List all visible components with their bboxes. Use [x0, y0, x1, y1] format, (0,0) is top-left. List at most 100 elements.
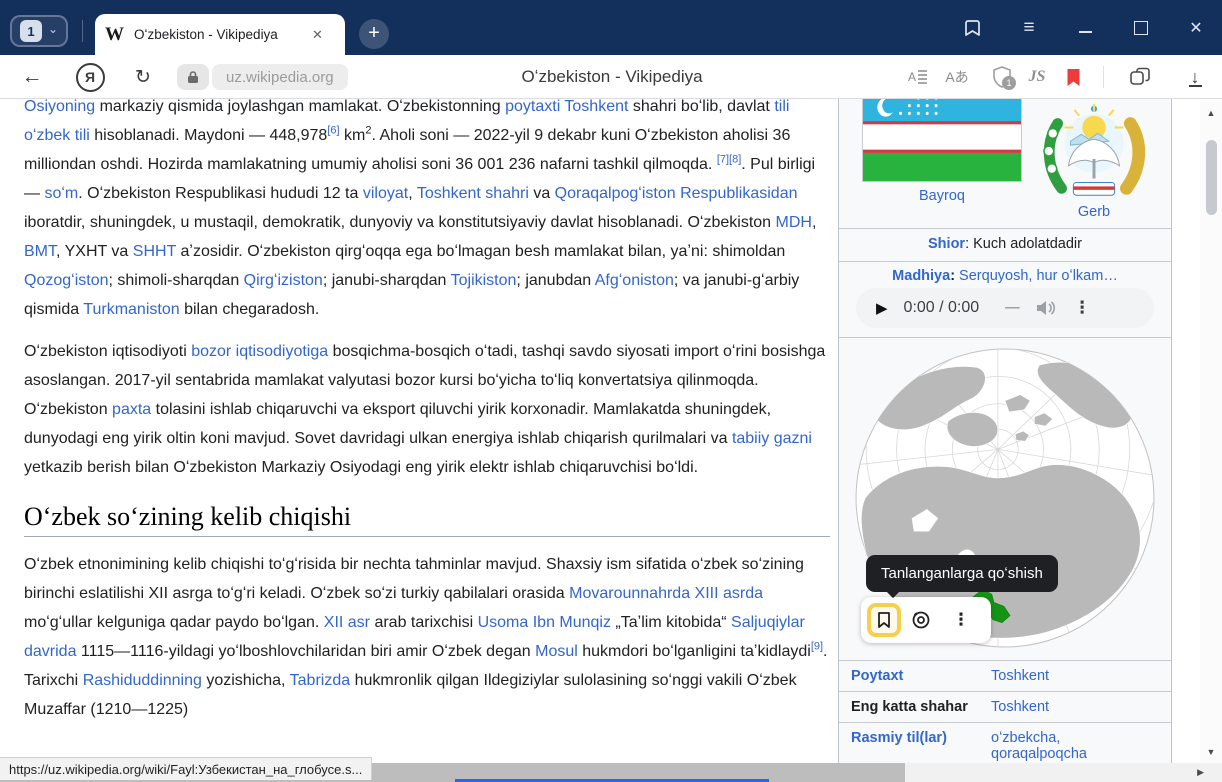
text-link[interactable]: Qoraqalpogʻiston Respublikasidan	[555, 185, 798, 202]
tab-close-icon[interactable]: ✕	[312, 27, 323, 43]
text-link[interactable]: SHHT	[133, 243, 176, 260]
scroll-right-arrow-icon[interactable]: ▶	[1197, 767, 1204, 778]
translate-button[interactable]: Aあ	[939, 55, 975, 99]
yandex-button[interactable]: Я	[72, 55, 108, 99]
add-to-favorites-button[interactable]	[867, 603, 901, 637]
infobox-table: PoytaxtToshkentEng katta shaharToshkentR…	[839, 660, 1171, 769]
motto-label-link[interactable]: Shior	[928, 236, 965, 252]
tab-groups-button[interactable]	[1122, 55, 1158, 99]
lock-icon	[187, 70, 199, 84]
article-paragraph: Osiyoning markaziy qismida joylashgan ma…	[24, 92, 830, 324]
infobox-row-label[interactable]: Poytaxt	[851, 668, 991, 684]
bookmark-icon	[877, 611, 891, 629]
status-bar: https://uz.wikipedia.org/wiki/Fayl:Узбек…	[0, 757, 372, 780]
scroll-up-arrow-icon[interactable]: ▲	[1200, 108, 1222, 118]
player-menu-icon[interactable]: ⋮	[1074, 298, 1091, 318]
minimize-button[interactable]	[1063, 0, 1107, 55]
yandex-icon: Я	[76, 63, 105, 92]
text-link[interactable]: Toshkent shahri	[417, 185, 529, 202]
reload-button[interactable]: ↻	[125, 55, 161, 99]
text-link[interactable]: oʻzbekcha,	[991, 730, 1087, 746]
infobox-row-value: Toshkent	[991, 668, 1049, 684]
divider	[839, 337, 1171, 338]
reader-mode-icon: A	[908, 68, 928, 86]
image-search-button[interactable]	[901, 609, 941, 631]
section-heading: Oʻzbek soʻzining kelib chiqishi	[24, 502, 830, 537]
text-link[interactable]: [9]	[811, 641, 823, 653]
chevron-down-icon: ⌄	[48, 23, 58, 35]
flag-caption-link[interactable]: Bayroq	[862, 188, 1022, 204]
text-link[interactable]: bozor iqtisodiyotiga	[191, 343, 328, 360]
site-security-button[interactable]	[177, 64, 209, 90]
infobox-row-value: oʻzbekcha,qoraqalpoqcha	[991, 730, 1087, 762]
text-link[interactable]: BMT	[24, 243, 56, 260]
tab-title: Oʻzbekiston - Vikipediya	[134, 27, 306, 42]
tab[interactable]: W Oʻzbekiston - Vikipediya ✕	[95, 14, 345, 55]
image-action-bar: ⋮	[861, 597, 991, 643]
infobox-row-label[interactable]: Rasmiy til(lar)	[851, 730, 991, 762]
page-title: Oʻzbekiston - Vikipediya	[420, 55, 804, 99]
javascript-button[interactable]: JS	[1019, 55, 1055, 99]
browser-toolbar: ← Я ↻ uz.wikipedia.org Oʻzbekiston - Vik…	[0, 55, 1222, 99]
article-body: Osiyoning markaziy qismida joylashgan ma…	[24, 92, 830, 737]
text-link[interactable]: [7][8]	[717, 154, 741, 166]
vertical-scroll-thumb[interactable]	[1206, 140, 1217, 215]
text-link[interactable]: Toshkent	[991, 668, 1049, 684]
protect-shield-button[interactable]: 1	[984, 55, 1020, 99]
text-link[interactable]: viloyat	[363, 185, 408, 202]
text-link[interactable]: tabiiy gazni	[732, 430, 812, 447]
close-button[interactable]: ✕	[1174, 0, 1218, 55]
vertical-scrollbar[interactable]: ▲ ▼	[1200, 100, 1222, 763]
text-link[interactable]: XII asr	[324, 614, 370, 631]
text-link[interactable]: Turkmaniston	[83, 301, 179, 318]
text-link[interactable]: Afgʻoniston	[595, 272, 674, 289]
text-link[interactable]: Usoma Ibn Munqiz	[478, 614, 611, 631]
back-button[interactable]: ←	[14, 55, 50, 99]
text-link[interactable]: Tojikiston	[451, 272, 517, 289]
scroll-down-arrow-icon[interactable]: ▼	[1200, 747, 1222, 757]
text-link[interactable]: Movarounnahrda XIII asrda	[569, 585, 763, 602]
text-link[interactable]: Toshkent	[991, 699, 1049, 715]
tooltip-text: Tanlanganlarga qoʻshish	[881, 565, 1043, 582]
text-link[interactable]: [6]	[327, 125, 339, 137]
motto-text: : Kuch adolatdadir	[965, 236, 1082, 252]
menu-button[interactable]: ≡	[1007, 0, 1051, 55]
text-link[interactable]: qoraqalpoqcha	[991, 746, 1087, 762]
tab-counter[interactable]: 1 ⌄	[10, 15, 68, 47]
svg-text:A: A	[908, 70, 916, 84]
player-time: 0:00 / 0:00	[904, 299, 980, 317]
address-bar[interactable]: uz.wikipedia.org	[212, 64, 348, 90]
text-link[interactable]: poytaxti Toshkent	[505, 98, 628, 115]
maximize-button[interactable]	[1119, 0, 1163, 55]
volume-slider-icon[interactable]: —	[1005, 300, 1020, 316]
text-link[interactable]: Mosul	[535, 643, 578, 660]
image-more-menu-icon[interactable]: ⋮	[941, 610, 981, 630]
anthem-title-link[interactable]: Serquyosh, hur oʻlkam…	[955, 268, 1118, 284]
bookmarks-panel-button[interactable]	[951, 0, 995, 55]
uzbekistan-flag-image[interactable]	[862, 92, 1022, 182]
reader-mode-button[interactable]: A	[900, 55, 936, 99]
anthem-row: Madhiya: Serquyosh, hur oʻlkam…	[839, 268, 1171, 284]
bookmark-page-button[interactable]	[1055, 55, 1091, 99]
uzbekistan-emblem-image[interactable]	[1039, 100, 1149, 208]
hamburger-menu-icon: ≡	[1023, 17, 1034, 39]
text-link[interactable]: soʻm	[44, 185, 78, 202]
text-link[interactable]: Tabrizda	[290, 672, 350, 689]
browser-window: Osiyoning markaziy qismida joylashgan ma…	[0, 0, 1222, 782]
text-link[interactable]: Osiyoning	[24, 98, 95, 115]
anthem-label-link[interactable]: Madhiya	[892, 268, 950, 284]
emblem-caption-link[interactable]: Gerb	[1039, 204, 1149, 220]
text-link[interactable]: MDH	[776, 214, 812, 231]
text-link[interactable]: paxta	[112, 401, 151, 418]
article-paragraph: Oʻzbek etnonimining kelib chiqishi toʻgʻ…	[24, 550, 830, 724]
play-icon[interactable]: ▶	[876, 299, 888, 317]
new-tab-button[interactable]: +	[359, 19, 389, 49]
text-link[interactable]: Rashiduddinning	[83, 672, 202, 689]
text-link[interactable]: Qozogʻiston	[24, 272, 109, 289]
text-link[interactable]: Qirgʻiziston	[244, 272, 323, 289]
downloads-button[interactable]: ↓	[1177, 55, 1213, 99]
speaker-icon[interactable]	[1034, 299, 1056, 317]
audio-player[interactable]: ▶ 0:00 / 0:00 — ⋮	[856, 288, 1154, 328]
infobox: Bayroq Gerb Shior: Kuch adolatdadir Madh…	[838, 56, 1172, 782]
article-paragraph: Oʻzbekiston iqtisodiyoti bozor iqtisodiy…	[24, 337, 830, 482]
